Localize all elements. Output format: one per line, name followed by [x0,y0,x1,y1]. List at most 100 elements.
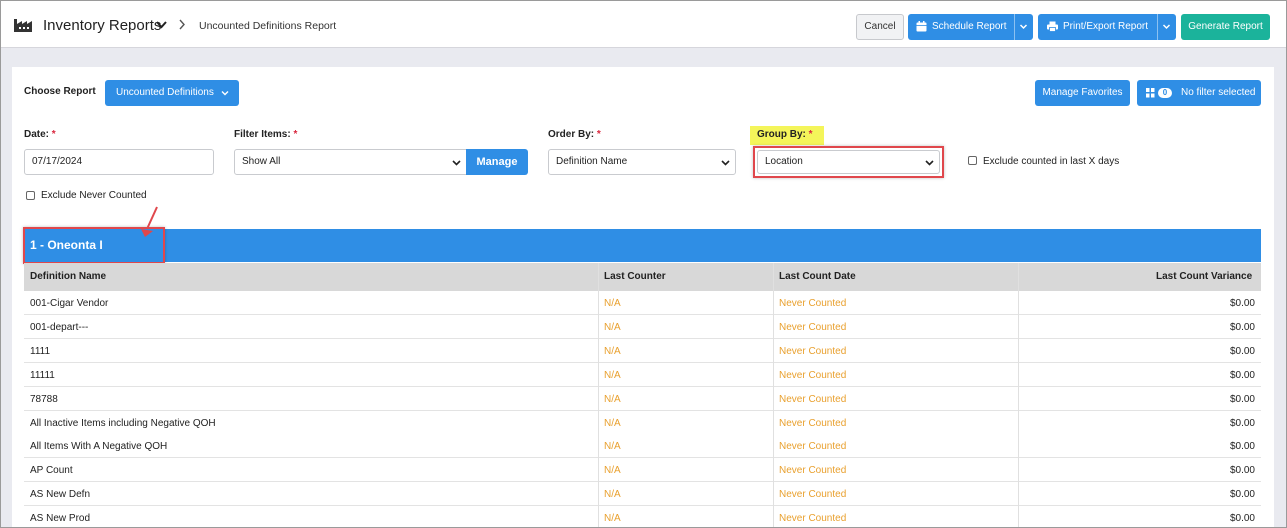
cell-last-count-date: Never Counted [779,513,847,525]
factory-icon [14,19,32,32]
print-export-label: Print/Export Report [1063,21,1149,32]
top-bar: Inventory Reports Uncounted Definitions … [1,1,1286,48]
filter-label: No filter selected [1181,87,1256,98]
table-row[interactable]: AS New Prod N/A Never Counted $0.00 [24,506,1261,527]
filter-grid-icon [1146,88,1155,98]
chevron-down-icon[interactable] [1019,22,1028,31]
date-input[interactable]: 07/17/2024 [24,149,214,175]
choose-report-value: Uncounted Definitions [116,87,214,98]
cell-last-count-date: Never Counted [779,489,847,501]
filter-items-value: Show All [242,156,281,167]
cell-last-count-variance: $0.00 [1229,513,1255,525]
cell-last-count-variance: $0.00 [1229,321,1255,333]
cell-last-count-date: Never Counted [779,393,847,405]
cell-definition-name: All Items With A Negative QOH [30,441,168,453]
split-divider [1157,14,1158,40]
cell-last-counter: N/A [604,321,621,333]
order-by-label: Order By: * [548,129,601,140]
chevron-down-icon [221,91,229,96]
cell-definition-name: AP Count [30,465,73,477]
exclude-counted-checkbox[interactable] [968,156,977,165]
cell-definition-name: AS New Prod [30,513,91,525]
table-row[interactable]: 78788 N/A Never Counted $0.00 [24,386,1261,411]
cell-definition-name: 001-depart--- [30,321,89,333]
schedule-report-button[interactable]: Schedule Report [908,14,1033,40]
table-row[interactable]: All Items With A Negative QOH N/A Never Co… [24,434,1261,459]
cell-definition-name: 11111 [30,369,55,381]
manage-favorites-button[interactable]: Manage Favorites [1035,80,1130,106]
cell-last-counter: N/A [604,369,621,381]
chevron-right-icon [179,19,185,30]
group-header [24,229,1261,262]
schedule-report-label: Schedule Report [932,21,1007,32]
group-by-label: Group By: * [757,129,813,140]
cell-last-counter: N/A [604,513,621,525]
group-by-select[interactable]: Location [757,150,940,174]
exclude-never-counted-checkbox[interactable] [26,191,35,200]
choose-report-dropdown[interactable]: Uncounted Definitions [105,80,239,106]
cell-definition-name: AS New Defn [30,489,91,501]
exclude-counted-label: Exclude counted in last X days [983,156,1120,167]
cell-last-counter: N/A [604,465,621,477]
table-row[interactable]: 001-Cigar Vendor N/A Never Counted $0.00 [24,291,1261,315]
cell-last-count-date: Never Counted [779,417,847,429]
cell-last-count-variance: $0.00 [1229,345,1255,357]
app-title: Inventory Reports [43,17,162,34]
cell-last-count-date: Never Counted [779,298,847,309]
annotation-arrow-icon [141,206,158,237]
chevron-down-icon [925,160,934,166]
exclude-never-counted-label: Exclude Never Counted [41,190,147,201]
column-divider [598,263,599,527]
split-divider [1014,14,1015,40]
table-row[interactable]: AS New Defn N/A Never Counted $0.00 [24,482,1261,507]
generate-report-button[interactable]: Generate Report [1181,14,1270,40]
cell-last-count-date: Never Counted [779,321,847,333]
filter-items-label: Filter Items: * [234,129,298,140]
chevron-down-icon [452,160,461,166]
order-by-value: Definition Name [556,156,628,167]
chevron-down-icon[interactable] [156,19,167,30]
breadcrumb: Uncounted Definitions Report [199,20,337,32]
order-by-select[interactable]: Definition Name [548,149,736,175]
table-row[interactable]: 1111 N/A Never Counted $0.00 [24,338,1261,363]
table-row[interactable]: 001-depart--- N/A Never Counted $0.00 [24,314,1261,339]
cell-last-counter: N/A [604,417,621,429]
cell-last-counter: N/A [604,393,621,405]
table-row[interactable]: All Inactive Items including Negative QO… [24,410,1261,435]
app-window: Inventory Reports Uncounted Definitions … [0,0,1287,528]
col-last-count-variance[interactable]: Last Count Variance [1156,271,1252,282]
cell-last-counter: N/A [604,441,621,453]
col-last-count-date[interactable]: Last Count Date [779,271,856,282]
cell-definition-name: All Inactive Items including Negative QO… [30,417,216,429]
filter-count-badge: 0 [1158,88,1172,98]
filter-items-select[interactable]: Show All [234,149,467,175]
filter-button[interactable]: 0 No filter selected [1137,80,1261,106]
calendar-icon [916,21,927,32]
cell-last-counter: N/A [604,345,621,357]
cell-last-counter: N/A [604,298,621,309]
column-divider [1018,263,1019,527]
col-definition-name[interactable]: Definition Name [30,271,106,282]
choose-report-label: Choose Report [24,86,96,97]
table-row[interactable]: 11111 N/A Never Counted $0.00 [24,362,1261,387]
col-last-counter[interactable]: Last Counter [604,271,666,282]
cell-last-count-date: Never Counted [779,465,847,477]
cell-last-count-variance: $0.00 [1229,489,1255,501]
cancel-button[interactable]: Cancel [856,14,904,40]
cell-last-count-date: Never Counted [779,441,847,453]
table-row[interactable]: AP Count N/A Never Counted $0.00 [24,458,1261,483]
chevron-down-icon[interactable] [1162,22,1171,31]
cell-last-count-variance: $0.00 [1229,369,1255,381]
cell-definition-name: 78788 [30,393,58,405]
print-export-button[interactable]: Print/Export Report [1038,14,1176,40]
cell-last-count-variance: $0.00 [1229,298,1255,309]
column-divider [773,263,774,527]
cell-last-counter: N/A [604,489,621,501]
cell-last-count-variance: $0.00 [1229,393,1255,405]
manage-button[interactable]: Manage [466,149,528,175]
group-by-value: Location [765,156,803,167]
cell-last-count-date: Never Counted [779,369,847,381]
date-label: Date: * [24,129,56,140]
cell-definition-name: 1111 [30,345,51,357]
cell-last-count-date: Never Counted [779,345,847,357]
